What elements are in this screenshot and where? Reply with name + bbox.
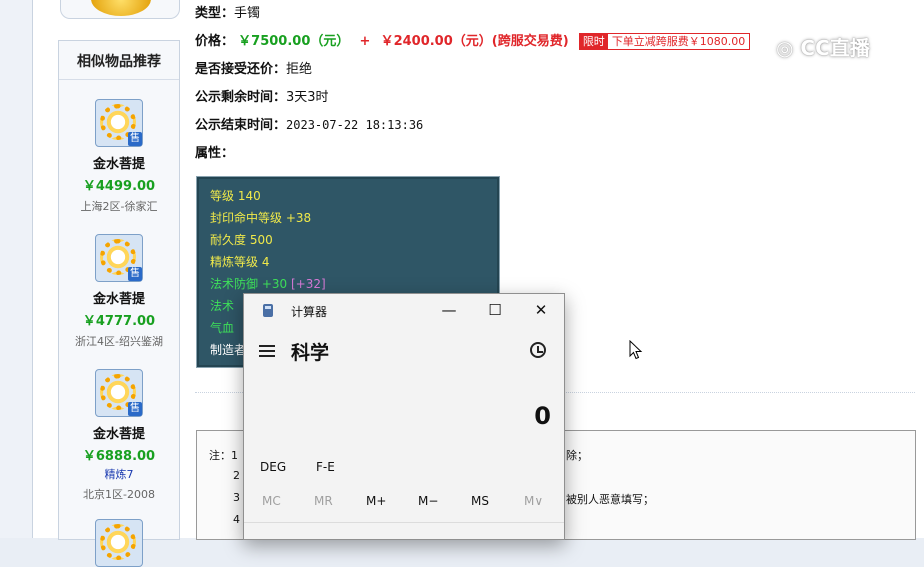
end-time-row: 公示结束时间：2023-07-22 18:13:36: [195, 114, 423, 133]
memory-list-button[interactable]: M∨: [524, 494, 543, 508]
attribute-line: 制造者: [210, 343, 247, 357]
bracelet-icon[interactable]: 售: [95, 99, 143, 147]
bargain-label: 是否接受还价：: [195, 62, 287, 77]
bargain-row: 是否接受还价：拒绝: [195, 58, 312, 77]
end-time-label: 公示结束时间：: [195, 118, 287, 133]
note-number: 3: [233, 491, 240, 504]
item-type-row: 类型：手镯: [195, 2, 260, 21]
similar-item-name[interactable]: 金水菩提: [59, 288, 179, 307]
calculator-display: 0: [534, 402, 551, 430]
similar-items-panel: 相似物品推荐 售 金水菩提 ￥4499.00 上海2区-徐家汇 售 金水菩提 ￥…: [58, 40, 180, 567]
similar-item-name[interactable]: 金水菩提: [59, 153, 179, 172]
similar-item-server: 上海2区-徐家汇: [80, 200, 158, 213]
calculator-title: 计算器: [291, 305, 328, 319]
maximize-button[interactable]: ☐: [472, 294, 518, 326]
watermark-text: CC直播: [800, 36, 870, 60]
minimize-button[interactable]: —: [426, 294, 472, 326]
note-text: 被别人恶意填写；: [566, 493, 654, 506]
similar-item[interactable]: 售 金水菩提 ￥4499.00 上海2区-徐家汇: [59, 99, 179, 214]
remaining-time-label: 公示剩余时间：: [195, 90, 287, 105]
attribute-bonus: [+32]: [290, 277, 326, 291]
memory-clear-button[interactable]: MC: [262, 494, 281, 508]
bracelet-icon[interactable]: 售: [95, 234, 143, 282]
close-button[interactable]: ✕: [518, 294, 564, 326]
memory-subtract-button[interactable]: M−: [418, 494, 438, 508]
item-price-label: 价格：: [195, 34, 235, 49]
hamburger-menu-icon[interactable]: [259, 344, 275, 358]
attribute-line: 法术防御 +30 [+32]: [210, 275, 326, 292]
attribute-line: 气血: [210, 321, 235, 335]
bargain-value: 拒绝: [286, 62, 313, 77]
calculator-app-icon: [263, 304, 273, 317]
attribute-line: 封印命中等级 +38: [210, 211, 312, 225]
sale-badge: 售: [128, 132, 142, 146]
attribute-line: 法术: [210, 299, 235, 313]
stream-watermark: ◎ CC直播: [776, 32, 870, 61]
similar-item-price: ￥4499.00: [82, 179, 156, 194]
item-type-label: 类型：: [195, 6, 235, 21]
memory-recall-button[interactable]: MR: [314, 494, 333, 508]
attribute-line: 精炼等级 4: [210, 255, 270, 269]
calculator-keypad-edge: [244, 522, 564, 539]
similar-item-partial[interactable]: [59, 519, 179, 567]
similar-item-server: 北京1区-2008: [83, 488, 155, 501]
similar-item[interactable]: 售 金水菩提 ￥6888.00 精炼7 北京1区-2008: [59, 369, 179, 502]
similar-item[interactable]: 售 金水菩提 ￥4777.00 浙江4区-绍兴鉴湖: [59, 234, 179, 349]
price-plus: +: [359, 34, 371, 49]
end-time-value: 2023-07-22 18:13:36: [286, 118, 424, 132]
item-price-main: ￥7500.00（元）: [238, 34, 350, 49]
note-number: 4: [233, 513, 240, 526]
calculator-mode-title: 科学: [291, 342, 330, 364]
similar-item-price: ￥6888.00: [82, 449, 156, 464]
attributes-label-row: 属性：: [195, 142, 234, 161]
note-number: 2: [233, 469, 240, 482]
history-icon[interactable]: [530, 342, 546, 358]
memory-add-button[interactable]: M+: [366, 494, 386, 508]
similar-item-price: ￥4777.00: [82, 314, 156, 329]
limited-time-text: 下单立减跨服费￥1080.00: [607, 34, 750, 49]
attributes-label: 属性：: [195, 146, 235, 161]
calculator-titlebar[interactable]: 计算器 — ☐ ✕: [244, 294, 564, 326]
sale-badge: 售: [128, 402, 142, 416]
similar-items-heading: 相似物品推荐: [59, 41, 179, 80]
similar-item-server: 浙江4区-绍兴鉴湖: [75, 335, 163, 348]
limited-time-badge[interactable]: 限时 下单立减跨服费￥1080.00: [578, 33, 751, 50]
watermark-logo-icon: ◎: [776, 36, 794, 60]
attribute-line: 耐久度 500: [210, 233, 273, 247]
attribute-line: 等级 140: [210, 189, 261, 203]
memory-store-button[interactable]: MS: [471, 494, 489, 508]
remaining-time-row: 公示剩余时间：3天3时: [195, 86, 329, 105]
calculator-window[interactable]: 计算器 — ☐ ✕ 科学 0 DEG F-E MC MR M+ M− MS M∨: [243, 293, 565, 540]
attribute-text: 法术防御 +30: [210, 277, 288, 291]
item-price-row: 价格： ￥7500.00（元） + ￥2400.00（元）(跨服交易费) 限时下…: [195, 30, 751, 50]
item-image-partial: [60, 0, 180, 19]
remaining-time-value: 3天3时: [286, 90, 329, 105]
similar-item-name[interactable]: 金水菩提: [59, 423, 179, 442]
mouse-cursor-icon: [629, 340, 643, 360]
note-prefix: 注：1: [209, 449, 238, 462]
bracelet-icon[interactable]: [95, 519, 143, 567]
item-type-value: 手镯: [234, 6, 261, 21]
fixed-exponent-button[interactable]: F-E: [316, 460, 335, 474]
similar-item-refine: 精炼7: [104, 468, 134, 481]
angle-unit-button[interactable]: DEG: [260, 460, 286, 474]
limited-time-tag: 限时: [579, 34, 608, 49]
item-price-fee: ￥2400.00（元）(跨服交易费): [380, 34, 569, 49]
bracelet-icon[interactable]: 售: [95, 369, 143, 417]
sale-badge: 售: [128, 267, 142, 281]
note-text: 除；: [566, 449, 588, 462]
